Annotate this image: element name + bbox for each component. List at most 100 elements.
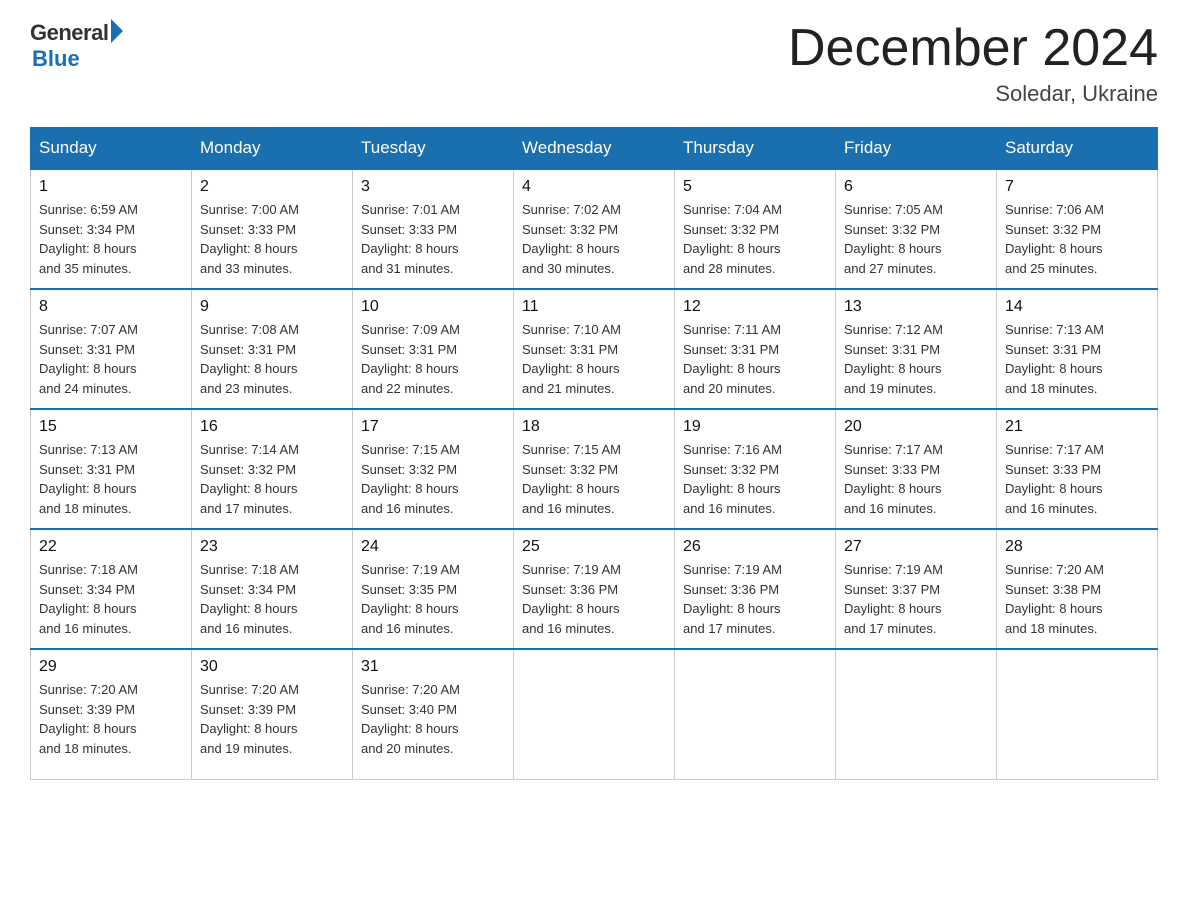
day-number: 28 — [1005, 538, 1149, 556]
day-info: Sunrise: 7:00 AM Sunset: 3:33 PM Dayligh… — [200, 200, 344, 278]
calendar-week-row: 15 Sunrise: 7:13 AM Sunset: 3:31 PM Dayli… — [31, 409, 1158, 529]
calendar-day-cell: 7 Sunrise: 7:06 AM Sunset: 3:32 PM Daylig… — [997, 169, 1158, 289]
calendar-day-cell: 10 Sunrise: 7:09 AM Sunset: 3:31 PM Dayli… — [353, 289, 514, 409]
day-info: Sunrise: 7:17 AM Sunset: 3:33 PM Dayligh… — [1005, 440, 1149, 518]
calendar-header-row: SundayMondayTuesdayWednesdayThursdayFrid… — [31, 128, 1158, 170]
day-info: Sunrise: 7:13 AM Sunset: 3:31 PM Dayligh… — [1005, 320, 1149, 398]
day-number: 5 — [683, 178, 827, 196]
day-number: 10 — [361, 298, 505, 316]
day-number: 18 — [522, 418, 666, 436]
calendar-day-cell: 13 Sunrise: 7:12 AM Sunset: 3:31 PM Dayli… — [836, 289, 997, 409]
calendar-day-cell: 3Sunrise: 7:01 AM Sunset: 3:33 PM Daylig… — [353, 169, 514, 289]
day-info: Sunrise: 7:15 AM Sunset: 3:32 PM Dayligh… — [361, 440, 505, 518]
day-number: 23 — [200, 538, 344, 556]
day-info: Sunrise: 7:15 AM Sunset: 3:32 PM Dayligh… — [522, 440, 666, 518]
day-info: Sunrise: 7:04 AM Sunset: 3:32 PM Dayligh… — [683, 200, 827, 278]
calendar-day-cell: 26 Sunrise: 7:19 AM Sunset: 3:36 PM Dayli… — [675, 529, 836, 649]
day-number: 27 — [844, 538, 988, 556]
calendar-day-cell: 19Sunrise: 7:16 AM Sunset: 3:32 PM Dayli… — [675, 409, 836, 529]
day-number: 13 — [844, 298, 988, 316]
day-info: Sunrise: 7:05 AM Sunset: 3:32 PM Dayligh… — [844, 200, 988, 278]
day-info: Sunrise: 7:17 AM Sunset: 3:33 PM Dayligh… — [844, 440, 988, 518]
calendar-empty-cell — [675, 649, 836, 779]
day-number: 15 — [39, 418, 183, 436]
day-info: Sunrise: 7:06 AM Sunset: 3:32 PM Dayligh… — [1005, 200, 1149, 278]
column-header-sunday: Sunday — [31, 128, 192, 170]
logo-general-text: General — [30, 20, 108, 46]
day-number: 21 — [1005, 418, 1149, 436]
day-number: 2 — [200, 178, 344, 196]
page-header: General Blue December 2024 Soledar, Ukra… — [30, 20, 1158, 107]
day-number: 25 — [522, 538, 666, 556]
calendar-day-cell: 30Sunrise: 7:20 AM Sunset: 3:39 PM Dayli… — [192, 649, 353, 779]
calendar-day-cell: 28Sunrise: 7:20 AM Sunset: 3:38 PM Dayli… — [997, 529, 1158, 649]
logo-blue-text: Blue — [32, 46, 80, 72]
day-info: Sunrise: 7:19 AM Sunset: 3:35 PM Dayligh… — [361, 560, 505, 638]
calendar-week-row: 22 Sunrise: 7:18 AM Sunset: 3:34 PM Dayli… — [31, 529, 1158, 649]
day-info: Sunrise: 7:02 AM Sunset: 3:32 PM Dayligh… — [522, 200, 666, 278]
calendar-day-cell: 12 Sunrise: 7:11 AM Sunset: 3:31 PM Dayli… — [675, 289, 836, 409]
day-number: 16 — [200, 418, 344, 436]
day-info: Sunrise: 7:19 AM Sunset: 3:36 PM Dayligh… — [683, 560, 827, 638]
calendar-day-cell: 15 Sunrise: 7:13 AM Sunset: 3:31 PM Dayli… — [31, 409, 192, 529]
calendar-day-cell: 21 Sunrise: 7:17 AM Sunset: 3:33 PM Dayli… — [997, 409, 1158, 529]
day-number: 1 — [39, 178, 183, 196]
day-info: Sunrise: 7:19 AM Sunset: 3:36 PM Dayligh… — [522, 560, 666, 638]
day-info: Sunrise: 7:09 AM Sunset: 3:31 PM Dayligh… — [361, 320, 505, 398]
day-number: 7 — [1005, 178, 1149, 196]
calendar-day-cell: 14 Sunrise: 7:13 AM Sunset: 3:31 PM Dayli… — [997, 289, 1158, 409]
calendar-day-cell: 16 Sunrise: 7:14 AM Sunset: 3:32 PM Dayli… — [192, 409, 353, 529]
day-info: Sunrise: 7:07 AM Sunset: 3:31 PM Dayligh… — [39, 320, 183, 398]
calendar-week-row: 1 Sunrise: 6:59 AM Sunset: 3:34 PM Daylig… — [31, 169, 1158, 289]
day-number: 9 — [200, 298, 344, 316]
day-number: 14 — [1005, 298, 1149, 316]
day-number: 22 — [39, 538, 183, 556]
calendar-day-cell: 23Sunrise: 7:18 AM Sunset: 3:34 PM Dayli… — [192, 529, 353, 649]
calendar-day-cell: 5 Sunrise: 7:04 AM Sunset: 3:32 PM Daylig… — [675, 169, 836, 289]
calendar-day-cell: 29Sunrise: 7:20 AM Sunset: 3:39 PM Dayli… — [31, 649, 192, 779]
day-info: Sunrise: 6:59 AM Sunset: 3:34 PM Dayligh… — [39, 200, 183, 278]
day-info: Sunrise: 7:10 AM Sunset: 3:31 PM Dayligh… — [522, 320, 666, 398]
calendar-day-cell: 2 Sunrise: 7:00 AM Sunset: 3:33 PM Daylig… — [192, 169, 353, 289]
calendar-empty-cell — [514, 649, 675, 779]
day-info: Sunrise: 7:08 AM Sunset: 3:31 PM Dayligh… — [200, 320, 344, 398]
day-info: Sunrise: 7:13 AM Sunset: 3:31 PM Dayligh… — [39, 440, 183, 518]
day-number: 4 — [522, 178, 666, 196]
day-number: 12 — [683, 298, 827, 316]
day-info: Sunrise: 7:11 AM Sunset: 3:31 PM Dayligh… — [683, 320, 827, 398]
day-info: Sunrise: 7:12 AM Sunset: 3:31 PM Dayligh… — [844, 320, 988, 398]
calendar-day-cell: 18 Sunrise: 7:15 AM Sunset: 3:32 PM Dayli… — [514, 409, 675, 529]
column-header-tuesday: Tuesday — [353, 128, 514, 170]
day-number: 29 — [39, 658, 183, 676]
column-header-saturday: Saturday — [997, 128, 1158, 170]
calendar-empty-cell — [836, 649, 997, 779]
calendar-day-cell: 8 Sunrise: 7:07 AM Sunset: 3:31 PM Daylig… — [31, 289, 192, 409]
calendar-day-cell: 31Sunrise: 7:20 AM Sunset: 3:40 PM Dayli… — [353, 649, 514, 779]
day-info: Sunrise: 7:19 AM Sunset: 3:37 PM Dayligh… — [844, 560, 988, 638]
day-number: 31 — [361, 658, 505, 676]
calendar-table: SundayMondayTuesdayWednesdayThursdayFrid… — [30, 127, 1158, 780]
day-info: Sunrise: 7:01 AM Sunset: 3:33 PM Dayligh… — [361, 200, 505, 278]
calendar-day-cell: 6Sunrise: 7:05 AM Sunset: 3:32 PM Daylig… — [836, 169, 997, 289]
day-number: 19 — [683, 418, 827, 436]
day-number: 30 — [200, 658, 344, 676]
calendar-week-row: 29Sunrise: 7:20 AM Sunset: 3:39 PM Dayli… — [31, 649, 1158, 779]
day-info: Sunrise: 7:14 AM Sunset: 3:32 PM Dayligh… — [200, 440, 344, 518]
logo: General Blue — [30, 20, 123, 72]
calendar-day-cell: 20Sunrise: 7:17 AM Sunset: 3:33 PM Dayli… — [836, 409, 997, 529]
day-number: 8 — [39, 298, 183, 316]
calendar-day-cell: 22 Sunrise: 7:18 AM Sunset: 3:34 PM Dayli… — [31, 529, 192, 649]
column-header-monday: Monday — [192, 128, 353, 170]
day-number: 26 — [683, 538, 827, 556]
column-header-friday: Friday — [836, 128, 997, 170]
location: Soledar, Ukraine — [788, 81, 1158, 107]
calendar-day-cell: 25 Sunrise: 7:19 AM Sunset: 3:36 PM Dayli… — [514, 529, 675, 649]
day-number: 17 — [361, 418, 505, 436]
calendar-empty-cell — [997, 649, 1158, 779]
column-header-thursday: Thursday — [675, 128, 836, 170]
calendar-day-cell: 27 Sunrise: 7:19 AM Sunset: 3:37 PM Dayli… — [836, 529, 997, 649]
logo-arrow-icon — [111, 19, 123, 43]
day-info: Sunrise: 7:18 AM Sunset: 3:34 PM Dayligh… — [39, 560, 183, 638]
calendar-day-cell: 9 Sunrise: 7:08 AM Sunset: 3:31 PM Daylig… — [192, 289, 353, 409]
calendar-day-cell: 4 Sunrise: 7:02 AM Sunset: 3:32 PM Daylig… — [514, 169, 675, 289]
